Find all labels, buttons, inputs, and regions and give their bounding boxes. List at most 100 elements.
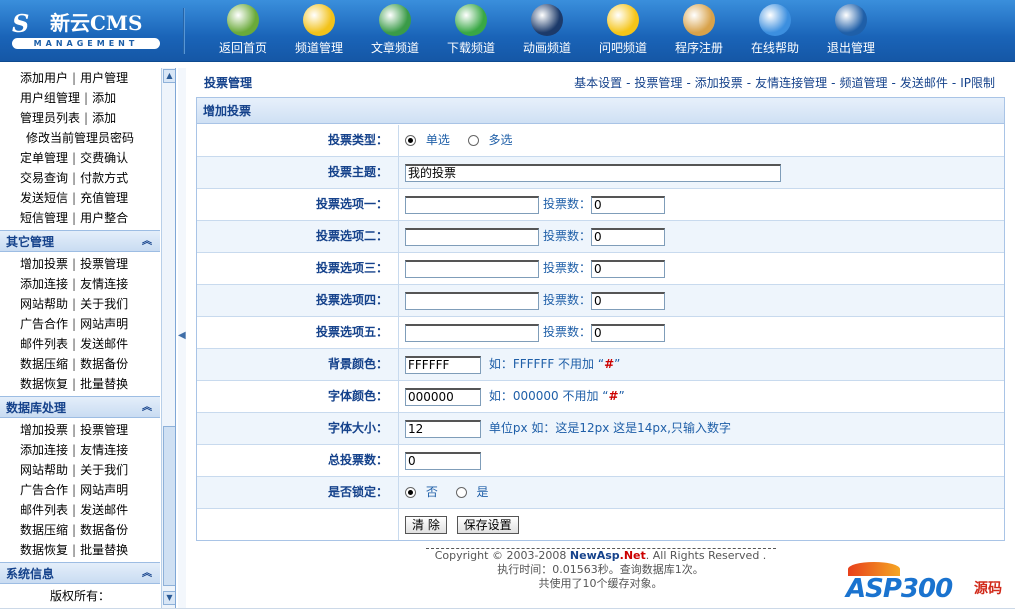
sidebar-link[interactable]: 管理员列表 — [20, 111, 80, 125]
sidebar-link[interactable]: 关于我们 — [80, 463, 128, 477]
nav-item-1[interactable]: 频道管理 — [289, 2, 349, 58]
sidebar-link[interactable]: 付款方式 — [80, 171, 128, 185]
sidebar-section-header[interactable]: 其它管理 ︽ — [0, 230, 160, 252]
multi-choice-radio[interactable] — [467, 135, 479, 146]
sidebar-link[interactable]: 添加用户 — [20, 71, 68, 85]
sidebar-link[interactable]: 增加投票 — [20, 423, 68, 437]
breadcrumb-link[interactable]: 友情连接管理 — [755, 76, 827, 90]
clear-button[interactable]: 清 除 — [405, 515, 447, 534]
sidebar-link[interactable]: 发送邮件 — [80, 503, 128, 517]
scroll-thumb[interactable] — [163, 426, 175, 586]
sidebar-link[interactable]: 广告合作 — [20, 317, 68, 331]
sidebar-link[interactable]: 交费确认 — [80, 151, 128, 165]
sidebar-link[interactable]: 邮件列表 — [20, 503, 68, 517]
vote-option-input[interactable] — [405, 323, 539, 342]
download-icon[interactable] — [455, 4, 487, 36]
sidebar-toggle-bar[interactable]: ◀ — [178, 68, 186, 608]
vote-count-input[interactable]: 0 — [591, 323, 666, 342]
sidebar-link[interactable]: 添加连接 — [20, 443, 68, 457]
sidebar-link[interactable]: 添加连接 — [20, 277, 68, 291]
flash-icon[interactable] — [531, 4, 563, 36]
vote-option-input[interactable] — [405, 195, 539, 214]
sidebar-link[interactable]: 用户组管理 — [20, 91, 80, 105]
nav-item-2[interactable]: 文章频道 — [365, 2, 425, 58]
nav-item-7[interactable]: 在线帮助 — [745, 2, 805, 58]
vote-count-input[interactable]: 0 — [591, 259, 666, 278]
nav-item-4[interactable]: 动画频道 — [517, 2, 577, 58]
vote-count-input[interactable]: 0 — [591, 227, 666, 246]
sidebar-link[interactable]: 交易查询 — [20, 171, 68, 185]
copyright-brand[interactable]: NewAsp.Net — [570, 549, 646, 562]
vote-option-input[interactable] — [405, 291, 539, 310]
sidebar-link[interactable]: 邮件列表 — [20, 337, 68, 351]
vote-count-input[interactable]: 0 — [591, 291, 666, 310]
sidebar-link[interactable]: 网站声明 — [80, 483, 128, 497]
scroll-down-arrow-icon[interactable]: ▼ — [163, 591, 175, 605]
save-button[interactable]: 保存设置 — [456, 515, 519, 534]
sidebar-link[interactable]: 发送邮件 — [80, 337, 128, 351]
home-icon[interactable] — [227, 4, 259, 36]
article-icon[interactable] — [379, 4, 411, 36]
sidebar-link[interactable]: 友情连接 — [80, 277, 128, 291]
sidebar-link[interactable]: 数据恢复 — [20, 543, 68, 557]
vote-option-input[interactable] — [405, 259, 539, 278]
nav-item-8[interactable]: 退出管理 — [821, 2, 881, 58]
sidebar-link[interactable]: 发送短信 — [20, 191, 68, 205]
sidebar-link[interactable]: 网站声明 — [80, 317, 128, 331]
nav-item-6[interactable]: 程序注册 — [669, 2, 729, 58]
breadcrumb-link[interactable]: 添加投票 — [695, 76, 743, 90]
subject-input[interactable]: 我的投票 — [405, 163, 781, 182]
sidebar-section-header[interactable]: 系统信息 ︽ — [0, 562, 160, 584]
breadcrumb-link[interactable]: 发送邮件 — [900, 76, 948, 90]
vote-count-input[interactable]: 0 — [591, 195, 666, 214]
font-color-input[interactable]: 000000 — [405, 387, 481, 406]
sidebar-link[interactable]: 添加 — [92, 111, 116, 125]
breadcrumb-link[interactable]: IP限制 — [960, 76, 995, 90]
sidebar-link[interactable]: 数据备份 — [80, 523, 128, 537]
sidebar-link[interactable]: 批量替换 — [80, 543, 128, 557]
scroll-up-arrow-icon[interactable]: ▲ — [163, 69, 175, 83]
sidebar-link[interactable]: 数据恢复 — [20, 377, 68, 391]
vote-option-input[interactable] — [405, 227, 539, 246]
collapse-arrow-icon[interactable]: ◀ — [178, 330, 186, 341]
breadcrumb-link[interactable]: 频道管理 — [840, 76, 888, 90]
single-choice-radio[interactable] — [405, 135, 416, 146]
logo[interactable]: S 新云CMS MANAGEMENT — [8, 8, 178, 52]
sidebar-link[interactable]: 定单管理 — [20, 151, 68, 165]
sidebar-link[interactable]: 数据压缩 — [20, 357, 68, 371]
tools-icon[interactable] — [683, 4, 715, 36]
lock-no-radio[interactable] — [405, 487, 416, 498]
sidebar-link[interactable]: 版权所有： — [50, 589, 110, 603]
sidebar-link[interactable]: 投票管理 — [80, 423, 128, 437]
sidebar-link[interactable]: 增加投票 — [20, 257, 68, 271]
lock-yes-radio[interactable] — [455, 487, 467, 498]
sidebar-link[interactable]: 添加 — [92, 91, 116, 105]
sidebar-link[interactable]: 用户管理 — [80, 71, 128, 85]
sidebar-link[interactable]: 广告合作 — [20, 483, 68, 497]
help-icon[interactable] — [759, 4, 791, 36]
sidebar-link[interactable]: 关于我们 — [80, 297, 128, 311]
sidebar-link[interactable]: 友情连接 — [80, 443, 128, 457]
sidebar-link[interactable]: 投票管理 — [80, 257, 128, 271]
channel-icon[interactable] — [303, 4, 335, 36]
sidebar-link[interactable]: 网站帮助 — [20, 463, 68, 477]
sidebar-link[interactable]: 充值管理 — [80, 191, 128, 205]
breadcrumb-link[interactable]: 基本设置 — [574, 76, 622, 90]
sidebar-link[interactable]: 修改当前管理员密码 — [26, 131, 134, 145]
sidebar-link[interactable]: 数据压缩 — [20, 523, 68, 537]
sidebar-link[interactable]: 数据备份 — [80, 357, 128, 371]
sidebar-section-header[interactable]: 数据库处理 ︽ — [0, 396, 160, 418]
sidebar-link[interactable]: 批量替换 — [80, 377, 128, 391]
collapse-chevron-icon[interactable]: ︽ — [142, 397, 152, 419]
total-votes-input[interactable]: 0 — [405, 451, 481, 470]
collapse-chevron-icon[interactable]: ︽ — [142, 563, 152, 585]
sidebar-link[interactable]: 用户整合 — [80, 211, 128, 225]
question-icon[interactable] — [607, 4, 639, 36]
sidebar-link[interactable]: 网站帮助 — [20, 297, 68, 311]
nav-item-0[interactable]: 返回首页 — [213, 2, 273, 58]
sidebar-link[interactable]: 短信管理 — [20, 211, 68, 225]
power-icon[interactable] — [835, 4, 867, 36]
collapse-chevron-icon[interactable]: ︽ — [142, 231, 152, 253]
nav-item-3[interactable]: 下载频道 — [441, 2, 501, 58]
sidebar-scrollbar[interactable]: ▲ ▼ — [161, 68, 175, 608]
